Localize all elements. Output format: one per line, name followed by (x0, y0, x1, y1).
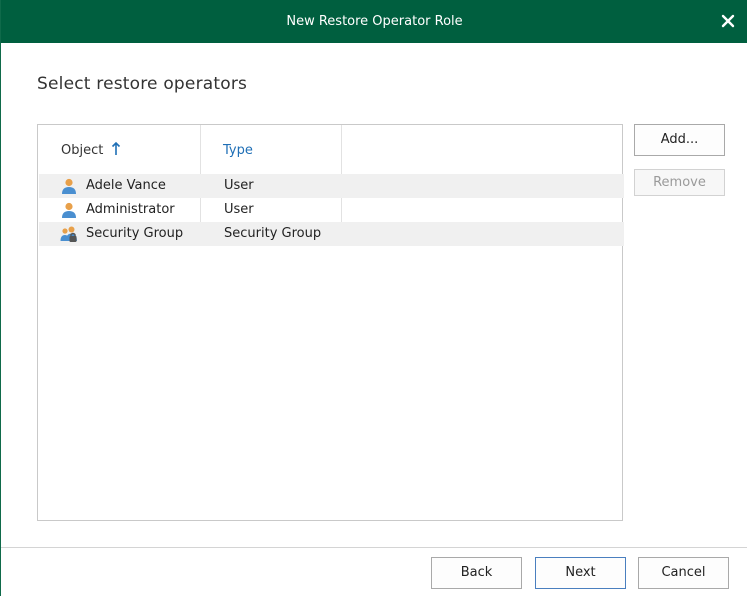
user-icon (62, 202, 76, 218)
next-button[interactable]: Next (535, 557, 626, 589)
window-title: New Restore Operator Role (286, 14, 463, 29)
table-row[interactable]: Administrator User (39, 198, 624, 222)
dialog-window: New Restore Operator Role Select restore… (0, 0, 747, 596)
close-icon[interactable] (718, 11, 738, 31)
row-object-name: Security Group (86, 226, 184, 241)
column-header-type[interactable]: Type (223, 143, 253, 158)
footer-divider (1, 547, 747, 548)
add-button[interactable]: Add... (634, 124, 725, 156)
row-object-name: Administrator (86, 202, 175, 217)
page-heading: Select restore operators (37, 74, 248, 94)
operators-table: Object Type Adele Vance User Administrat… (37, 124, 624, 521)
row-object-type: Security Group (224, 226, 322, 241)
user-icon (62, 178, 76, 194)
column-header-object[interactable]: Object (61, 143, 103, 158)
title-bar: New Restore Operator Role (1, 0, 747, 43)
row-object-type: User (224, 178, 254, 193)
back-button[interactable]: Back (431, 557, 522, 589)
row-object-name: Adele Vance (86, 178, 166, 193)
cancel-button[interactable]: Cancel (638, 557, 729, 589)
table-row[interactable]: Adele Vance User (39, 174, 624, 198)
row-object-type: User (224, 202, 254, 217)
table-row[interactable]: Security Group Security Group (39, 222, 624, 246)
security-group-icon (60, 226, 77, 242)
sort-ascending-icon (111, 141, 121, 155)
remove-button[interactable]: Remove (634, 169, 725, 196)
